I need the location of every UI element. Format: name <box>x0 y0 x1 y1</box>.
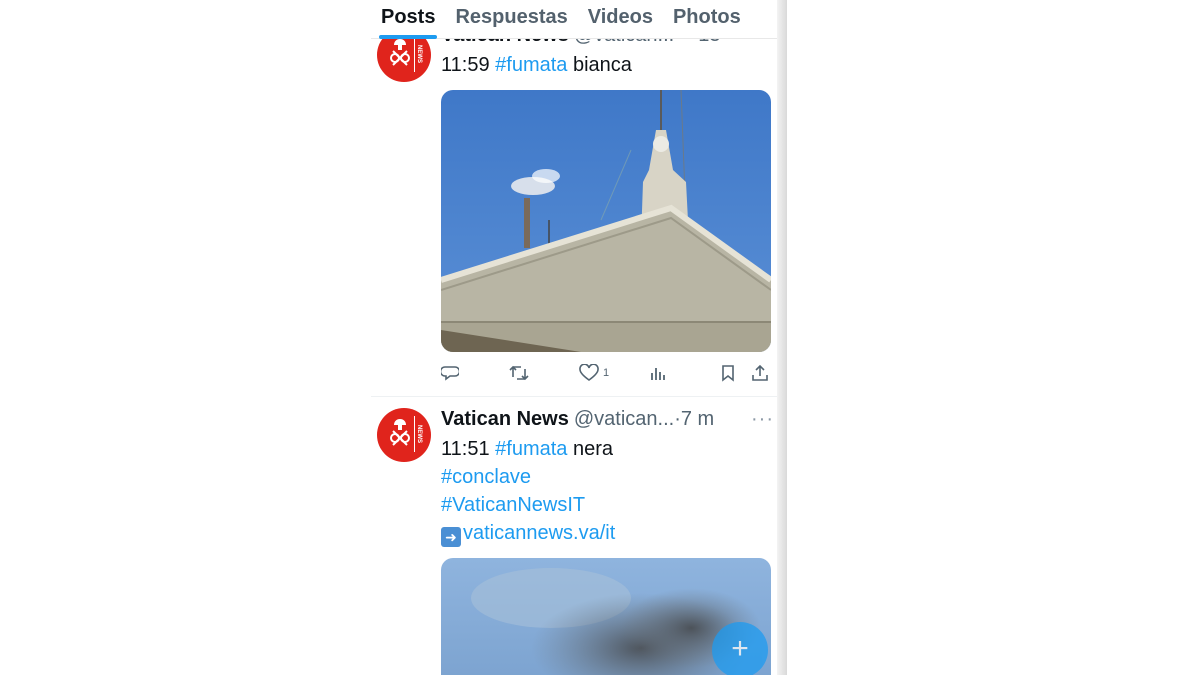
avatar-news-label: NEWS <box>414 36 423 72</box>
hashtag-vaticannewsit-link[interactable]: #VaticanNewsIT <box>441 494 585 517</box>
share-icon <box>752 364 768 381</box>
like-button[interactable]: 1 <box>579 364 609 382</box>
hashtag-link[interactable]: #fumata <box>495 438 567 460</box>
tab-photos[interactable]: Photos <box>673 0 741 29</box>
author-handle: @vatican... <box>573 408 675 430</box>
compose-button[interactable]: + <box>712 622 768 675</box>
more-options-button[interactable]: ··· <box>751 408 774 431</box>
heart-icon <box>579 364 599 381</box>
views-button[interactable] <box>649 364 667 382</box>
profile-tabs: Posts Respuestas Videos Photos <box>371 0 777 39</box>
post-text-suffix: nera <box>572 438 613 460</box>
post-text-suffix: bianca <box>572 54 632 76</box>
avatar[interactable]: NEWS <box>377 408 431 462</box>
external-link[interactable]: ➜ vaticannews.va/it <box>441 522 615 547</box>
tab-videos[interactable]: Videos <box>588 0 653 29</box>
reply-button[interactable] <box>441 364 459 382</box>
share-button[interactable] <box>751 364 769 382</box>
post-time-text: 11:59 <box>441 54 490 76</box>
phone-screen: NEWS Vatican News @vatican... 13 11:59 #… <box>371 0 787 675</box>
post-time-text: 11:51 <box>441 438 490 460</box>
like-count: 1 <box>603 367 610 379</box>
author-name[interactable]: Vatican News <box>441 408 569 431</box>
tab-posts[interactable]: Posts <box>378 0 438 39</box>
reply-icon <box>441 366 459 381</box>
chimney-white-smoke-image <box>441 90 771 352</box>
views-icon <box>651 368 665 380</box>
post-header: Vatican News @vatican... ·7 m ··· <box>441 408 773 431</box>
bookmark-icon <box>722 365 734 382</box>
post-text: 11:51 #fumata nera <box>441 438 613 461</box>
divider <box>371 396 777 397</box>
right-arrow-icon: ➜ <box>441 527 461 547</box>
repost-icon <box>509 365 529 381</box>
plus-icon: + <box>731 632 749 665</box>
post-text: 11:59 #fumata bianca <box>441 54 632 77</box>
vatican-emblem-icon <box>390 419 410 446</box>
link-text[interactable]: vaticannews.va/it <box>463 522 615 544</box>
post-actions: 1 <box>441 364 771 388</box>
bookmark-button[interactable] <box>719 364 737 382</box>
hashtag-conclave-link[interactable]: #conclave <box>441 466 531 489</box>
hashtag-link[interactable]: #fumata <box>495 54 567 76</box>
post-time: ·7 m <box>674 408 715 430</box>
vatican-emblem-icon <box>390 39 410 66</box>
post-image[interactable] <box>441 90 771 352</box>
tab-respuestas[interactable]: Respuestas <box>455 0 567 29</box>
avatar-news-label: NEWS <box>414 416 423 452</box>
scroll-edge <box>777 0 787 675</box>
repost-button[interactable] <box>509 364 529 382</box>
